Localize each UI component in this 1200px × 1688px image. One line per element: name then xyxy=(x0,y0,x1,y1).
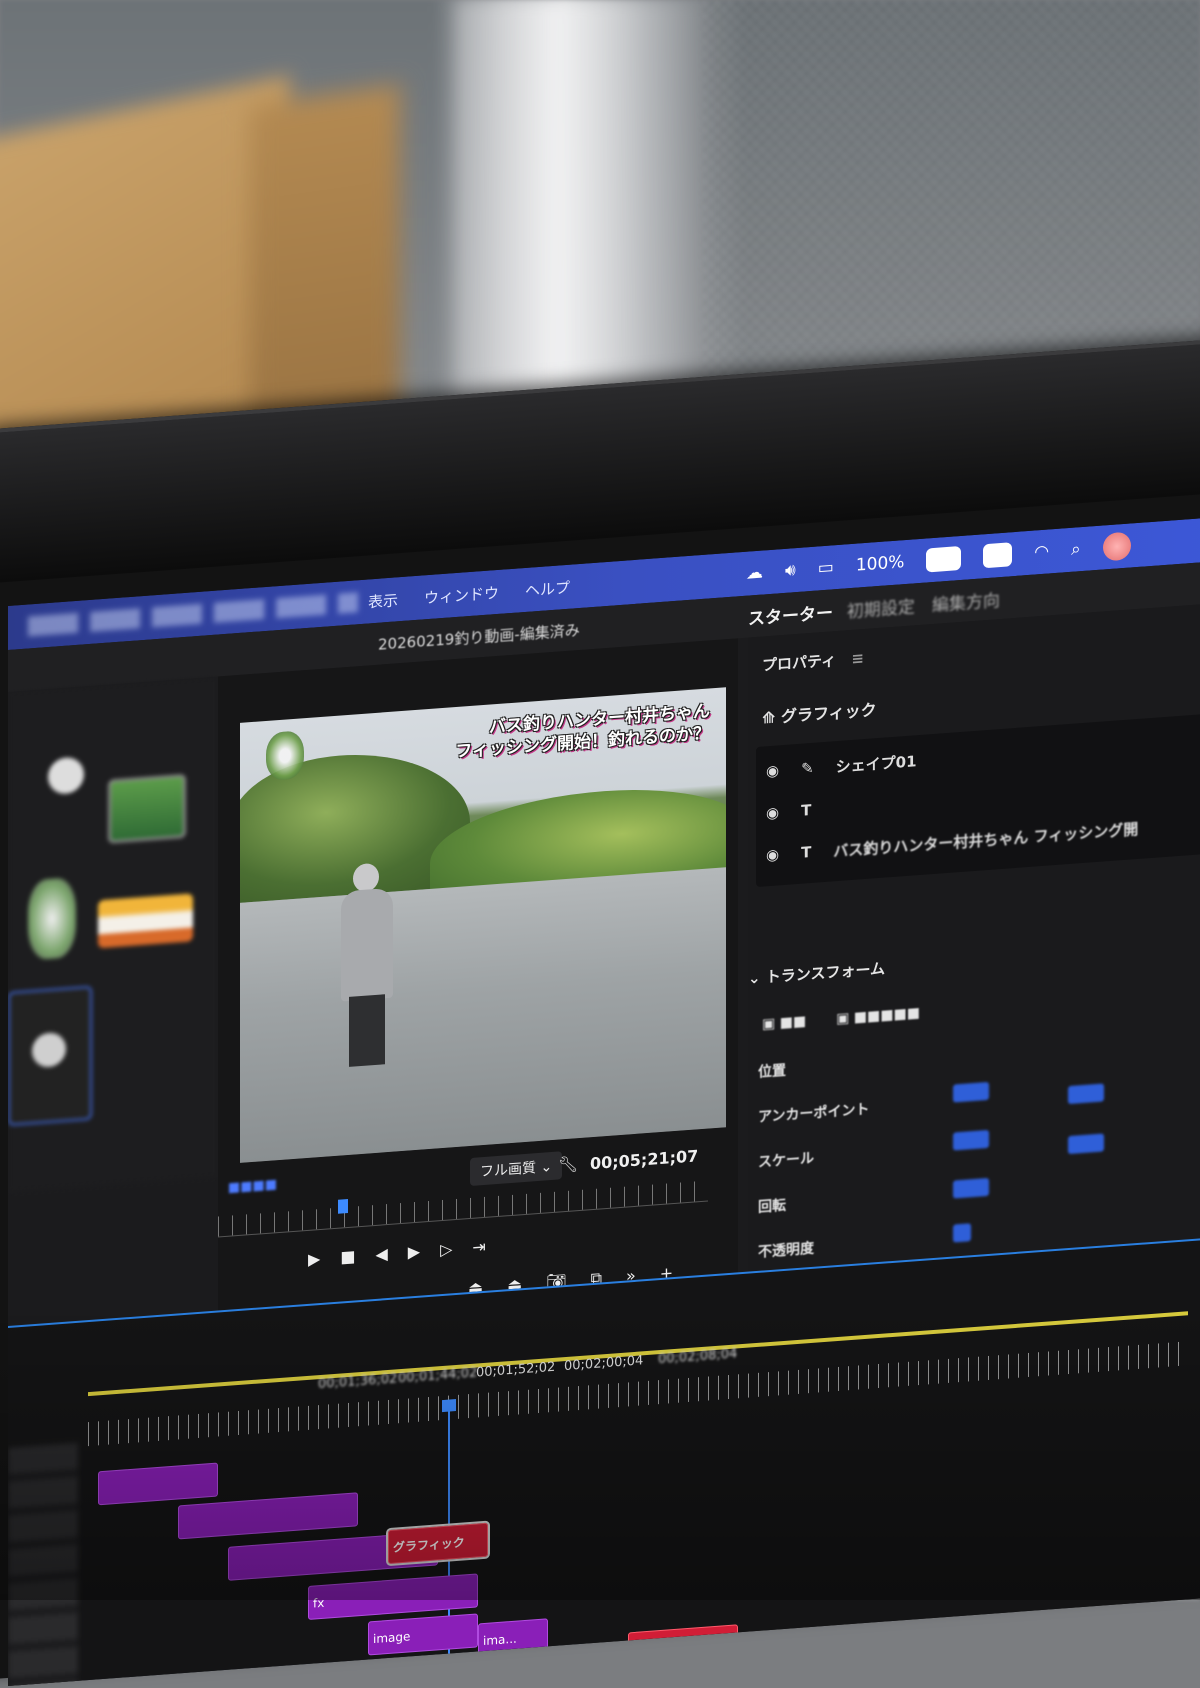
graphic-icon: ⟰ xyxy=(762,707,781,728)
program-monitor: バス釣りハンター村井ちゃん フィッシング開始！釣れるのか？ ■■■■ フル画質 … xyxy=(218,638,738,1367)
step-forward-icon[interactable]: ▷ xyxy=(440,1239,452,1259)
property-row: アンカーポイント xyxy=(758,1101,870,1126)
playback-quality-dropdown[interactable]: フル画質 ⌄ xyxy=(470,1151,563,1187)
monitor-playhead[interactable] xyxy=(338,1198,348,1214)
property-value-field[interactable] xyxy=(953,1129,989,1151)
battery-icon[interactable]: ▮▮ xyxy=(926,545,962,573)
project-item-thumbnail[interactable] xyxy=(108,773,186,844)
chevron-down-icon: ⌄ xyxy=(540,1158,553,1176)
fx-badge: fx xyxy=(313,1595,325,1611)
battery-label[interactable]: 100% xyxy=(856,552,905,576)
laptop: 表示 ウィンドウ ヘルプ ☁ 🔊︎ ▭ 100% ▮▮ ▶ ◠ ⌕ 202602… xyxy=(0,337,1200,1686)
display-icon[interactable]: ▭ xyxy=(818,557,834,578)
text-icon: T xyxy=(801,842,812,862)
video-caption: バス釣りハンター村井ちゃん フィッシング開始！釣れるのか？ xyxy=(455,700,710,763)
step-back-icon[interactable]: ◀ xyxy=(375,1244,387,1264)
mark-in-icon[interactable]: ▶ xyxy=(308,1249,320,1269)
wifi-icon[interactable]: ◠ xyxy=(1034,541,1049,562)
project-item-thumbnail[interactable] xyxy=(48,756,84,796)
layer-name: シェイプ01 xyxy=(835,751,917,776)
document-title: 20260219釣り動画-編集済み xyxy=(378,620,580,654)
angler-figure xyxy=(335,862,395,1067)
fit-dropdown[interactable]: ■■■■ xyxy=(228,1177,277,1196)
angler-legs xyxy=(349,994,385,1067)
graphic-layers-list: ◉ ✎ シェイプ01 ◉ T ◉ T バス釣りハンター村井ちゃん フィッシング開 xyxy=(756,710,1200,888)
play-icon[interactable]: ▶ xyxy=(408,1242,420,1262)
workspace-label: スターター xyxy=(748,603,833,630)
timeline-clip[interactable] xyxy=(178,1492,358,1540)
go-to-out-icon[interactable]: ⇥ xyxy=(472,1237,485,1257)
monitor-scrub-bar[interactable] xyxy=(218,1180,708,1238)
text-icon: T xyxy=(801,800,812,820)
transform-section-header[interactable]: ⌄ トランスフォーム xyxy=(748,958,885,989)
property-row: 不透明度 xyxy=(758,1240,814,1261)
timeline-panel: 00;01;36;02 00;01;44;02 00;01;52;02 00;0… xyxy=(8,1234,1200,1686)
workspace-options: 初期設定 編集方向 xyxy=(846,591,1000,623)
angler-body xyxy=(341,887,393,1002)
eye-icon[interactable]: ◉ xyxy=(766,803,779,822)
menu-view[interactable]: 表示 xyxy=(368,589,398,612)
eye-icon[interactable]: ◉ xyxy=(766,845,779,864)
menu-help[interactable]: ヘルプ xyxy=(525,576,570,600)
track-headers xyxy=(8,1442,78,1686)
property-value-field[interactable] xyxy=(1068,1133,1104,1155)
stop-icon[interactable]: ■ xyxy=(340,1246,355,1266)
panel-menu-icon[interactable]: ≡ xyxy=(851,649,864,668)
align-option[interactable]: ▣ ■■ xyxy=(762,1013,806,1032)
menu-window[interactable]: ウィンドウ xyxy=(424,581,499,608)
cloud-sync-icon[interactable]: ☁ xyxy=(746,562,763,583)
timeline-clip-image[interactable]: image ... xyxy=(548,1648,618,1686)
audio-track-waveform[interactable] xyxy=(68,1645,588,1686)
property-value-field[interactable] xyxy=(953,1223,971,1243)
project-item-thumbnail[interactable] xyxy=(28,876,76,961)
control-center-icon[interactable]: ▶ xyxy=(983,542,1013,569)
properties-title: プロパティ xyxy=(762,651,837,675)
timeline-clip[interactable] xyxy=(98,1462,218,1506)
timeline-clip-image[interactable]: ima... xyxy=(478,1618,548,1658)
volume-icon[interactable]: 🔊︎ xyxy=(785,560,796,581)
timeline-clip-graphic[interactable]: グラフィック xyxy=(386,1520,490,1567)
graphic-section-header[interactable]: ⟰ グラフィック xyxy=(762,696,877,728)
align-option[interactable]: ▣ ■■■■■ xyxy=(836,1005,920,1027)
property-value-field[interactable] xyxy=(1068,1083,1104,1105)
property-row: スケール xyxy=(758,1150,814,1171)
properties-header: プロパティ ≡ xyxy=(762,647,864,675)
timeline-clip[interactable]: fx xyxy=(308,1573,478,1620)
video-preview: バス釣りハンター村井ちゃん フィッシング開始！釣れるのか？ xyxy=(240,687,726,1163)
search-icon[interactable]: ⌕ xyxy=(1071,539,1081,560)
eye-icon[interactable]: ◉ xyxy=(766,761,779,780)
chevron-down-icon: ⌄ xyxy=(748,968,766,988)
property-row: 位置 xyxy=(758,1062,786,1081)
project-panel xyxy=(8,676,218,1192)
lake-water xyxy=(240,867,726,1163)
property-row: 回転 xyxy=(758,1197,786,1216)
pen-icon: ✎ xyxy=(801,758,814,778)
playhead-timecode[interactable]: 00;05;21;07 xyxy=(590,1146,698,1173)
graphic-section-label: グラフィック xyxy=(780,700,877,727)
editor-screen: 表示 ウィンドウ ヘルプ ☁ 🔊︎ ▭ 100% ▮▮ ▶ ◠ ⌕ 202602… xyxy=(8,514,1200,1686)
timeline-clip-image[interactable]: image xyxy=(368,1613,478,1656)
wrench-icon[interactable]: 🔧︎ xyxy=(558,1154,578,1174)
property-value-field[interactable] xyxy=(953,1177,989,1199)
property-value-field[interactable] xyxy=(953,1081,989,1103)
align-controls: ▣ ■■ ▣ ■■■■■ xyxy=(762,1005,920,1033)
project-item-thumbnail[interactable] xyxy=(98,893,193,949)
user-avatar[interactable] xyxy=(1102,531,1131,562)
transport-controls: ▶ ■ ◀ ▶ ▷ ⇥ xyxy=(308,1237,486,1269)
transform-section-label: トランスフォーム xyxy=(765,959,886,987)
timeline-clip-graphic[interactable]: グラフィック xyxy=(628,1624,738,1667)
project-item-thumbnail-selected[interactable] xyxy=(8,985,92,1126)
quality-label: フル画質 xyxy=(480,1160,536,1181)
